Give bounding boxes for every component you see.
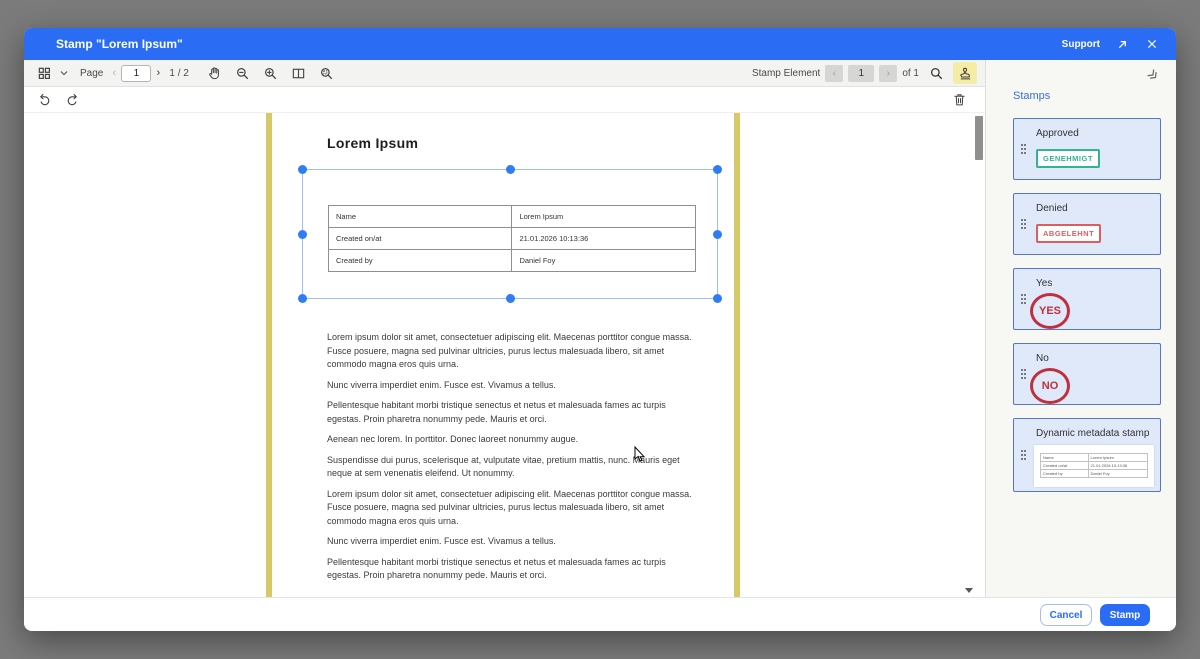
page-edge-marker-left (266, 113, 272, 597)
dialog-header: Stamp "Lorem Ipsum" Support (24, 28, 1176, 60)
undo-icon[interactable] (32, 89, 56, 111)
close-icon[interactable] (1144, 36, 1160, 52)
two-page-view-icon[interactable] (287, 62, 311, 84)
page-edge-marker-right (734, 113, 740, 597)
viewer-toolbar: Page ‹ › 1 / 2 (24, 60, 985, 87)
stamp-card-label: Approved (1036, 128, 1079, 139)
denied-stamp-preview: ABGELEHNT (1036, 224, 1101, 243)
document-title: Lorem Ipsum (327, 135, 418, 151)
next-stamp-element-button[interactable]: › (879, 65, 897, 82)
previous-page-button[interactable]: ‹ (107, 67, 121, 79)
page-label: Page (80, 68, 103, 79)
next-page-button[interactable]: › (151, 67, 165, 79)
table-cell: Daniel Foy (512, 250, 696, 272)
zoom-in-icon[interactable] (259, 62, 283, 84)
document-paragraph: Pellentesque habitant morbi tristique se… (327, 399, 699, 426)
viewer-scrollbar[interactable] (974, 113, 984, 597)
drag-handle-icon[interactable] (1020, 218, 1027, 230)
delete-stamp-icon[interactable] (947, 89, 971, 111)
collapse-panel-icon[interactable] (1146, 68, 1162, 84)
drag-handle-icon[interactable] (1020, 449, 1027, 461)
mini-metadata-table: NameLorem Ipsum Created on/at21.01.2026 … (1040, 453, 1148, 478)
stamps-heading: Stamps (1013, 90, 1050, 102)
stamps-sidebar: Stamps Approved GENEHMIGT Denied ABGELEH… (985, 60, 1176, 597)
table-cell: Created by (329, 250, 512, 272)
resize-handle-middle-right[interactable] (713, 230, 722, 239)
document-paragraph: Pellentesque habitant morbi tristique se… (327, 556, 699, 583)
resize-handle-bottom-left[interactable] (298, 294, 307, 303)
table-cell: Created on/at (329, 228, 512, 250)
no-stamp-preview: NO (1030, 368, 1070, 404)
document-paragraph: Nunc viverra imperdiet enim. Fusce est. … (327, 535, 699, 549)
zoom-out-icon[interactable] (231, 62, 255, 84)
dialog-title: Stamp "Lorem Ipsum" (56, 37, 183, 51)
edit-toolbar (24, 87, 985, 113)
cancel-button[interactable]: Cancel (1040, 604, 1092, 626)
table-cell: 21.01.2026 10:13:36 (512, 228, 696, 250)
stamp-card-dynamic-metadata[interactable]: Dynamic metadata stamp NameLorem Ipsum C… (1013, 418, 1161, 492)
drag-handle-icon[interactable] (1020, 293, 1027, 305)
dialog-footer: Cancel Stamp (24, 597, 1176, 631)
mouse-cursor (634, 446, 647, 463)
table-row: Created on/at 21.01.2026 10:13:36 (329, 228, 696, 250)
previous-stamp-element-button[interactable]: ‹ (825, 65, 843, 82)
resize-handle-bottom-right[interactable] (713, 294, 722, 303)
redo-icon[interactable] (60, 89, 84, 111)
dynamic-metadata-stamp-preview: NameLorem Ipsum Created on/at21.01.2026 … (1034, 445, 1154, 487)
stamp-element-of-label: of 1 (902, 68, 919, 79)
document-paragraph: Aenean nec lorem. In porttitor. Donec la… (327, 433, 699, 447)
stamp-card-label: Dynamic metadata stamp (1036, 428, 1149, 439)
viewer-pane: Page ‹ › 1 / 2 (24, 60, 985, 597)
document-body: Lorem ipsum dolor sit amet, consectetuer… (327, 331, 699, 597)
resize-handle-middle-left[interactable] (298, 230, 307, 239)
stamp-card-yes[interactable]: Yes YES (1013, 268, 1161, 330)
resize-handle-top-right[interactable] (713, 165, 722, 174)
document-paragraph: Lorem ipsum dolor sit amet, consectetuer… (327, 488, 699, 529)
open-in-new-window-icon[interactable] (1114, 36, 1130, 52)
table-row: Created by Daniel Foy (329, 250, 696, 272)
scrollbar-thumb[interactable] (975, 116, 983, 160)
stamp-tool-icon[interactable] (953, 62, 977, 84)
stamp-dialog: Stamp "Lorem Ipsum" Support Page ‹ (24, 28, 1176, 631)
table-cell: Lorem Ipsum (512, 206, 696, 228)
stamp-button[interactable]: Stamp (1100, 604, 1150, 626)
drag-handle-icon[interactable] (1020, 368, 1027, 380)
search-icon[interactable] (924, 62, 948, 84)
page-overview-icon[interactable] (32, 62, 56, 84)
drag-handle-icon[interactable] (1020, 143, 1027, 155)
stamp-card-label: Yes (1036, 278, 1052, 289)
stamp-card-label: Denied (1036, 203, 1068, 214)
page-count-label: 1 / 2 (169, 68, 188, 79)
resize-handle-top-left[interactable] (298, 165, 307, 174)
chevron-down-icon[interactable] (56, 62, 72, 84)
hand-tool-icon[interactable] (203, 62, 227, 84)
stamp-card-approved[interactable]: Approved GENEHMIGT (1013, 118, 1161, 180)
scroll-down-arrow-icon[interactable] (965, 588, 973, 593)
yes-stamp-preview: YES (1030, 293, 1070, 329)
stamp-element-number: 1 (848, 65, 874, 82)
page-number-input[interactable] (121, 65, 151, 82)
stamp-card-denied[interactable]: Denied ABGELEHNT (1013, 193, 1161, 255)
stamp-element-label: Stamp Element (752, 68, 820, 79)
marquee-zoom-icon[interactable] (315, 62, 339, 84)
document-paragraph: Nunc viverra imperdiet enim. Fusce est. … (327, 379, 699, 393)
table-row: Name Lorem Ipsum (329, 206, 696, 228)
document-paragraph: Lorem ipsum dolor sit amet, consectetuer… (327, 331, 699, 372)
approved-stamp-preview: GENEHMIGT (1036, 149, 1100, 168)
table-cell: Name (329, 206, 512, 228)
metadata-stamp-table: Name Lorem Ipsum Created on/at 21.01.202… (328, 205, 696, 272)
stamp-card-label: No (1036, 353, 1049, 364)
document-viewer[interactable]: Lorem Ipsum Name Lorem Ipsum Creat (24, 113, 985, 597)
selected-stamp-element[interactable]: Name Lorem Ipsum Created on/at 21.01.202… (302, 169, 718, 299)
stamp-card-no[interactable]: No NO (1013, 343, 1161, 405)
resize-handle-top-center[interactable] (506, 165, 515, 174)
support-link[interactable]: Support (1062, 39, 1100, 50)
resize-handle-bottom-center[interactable] (506, 294, 515, 303)
